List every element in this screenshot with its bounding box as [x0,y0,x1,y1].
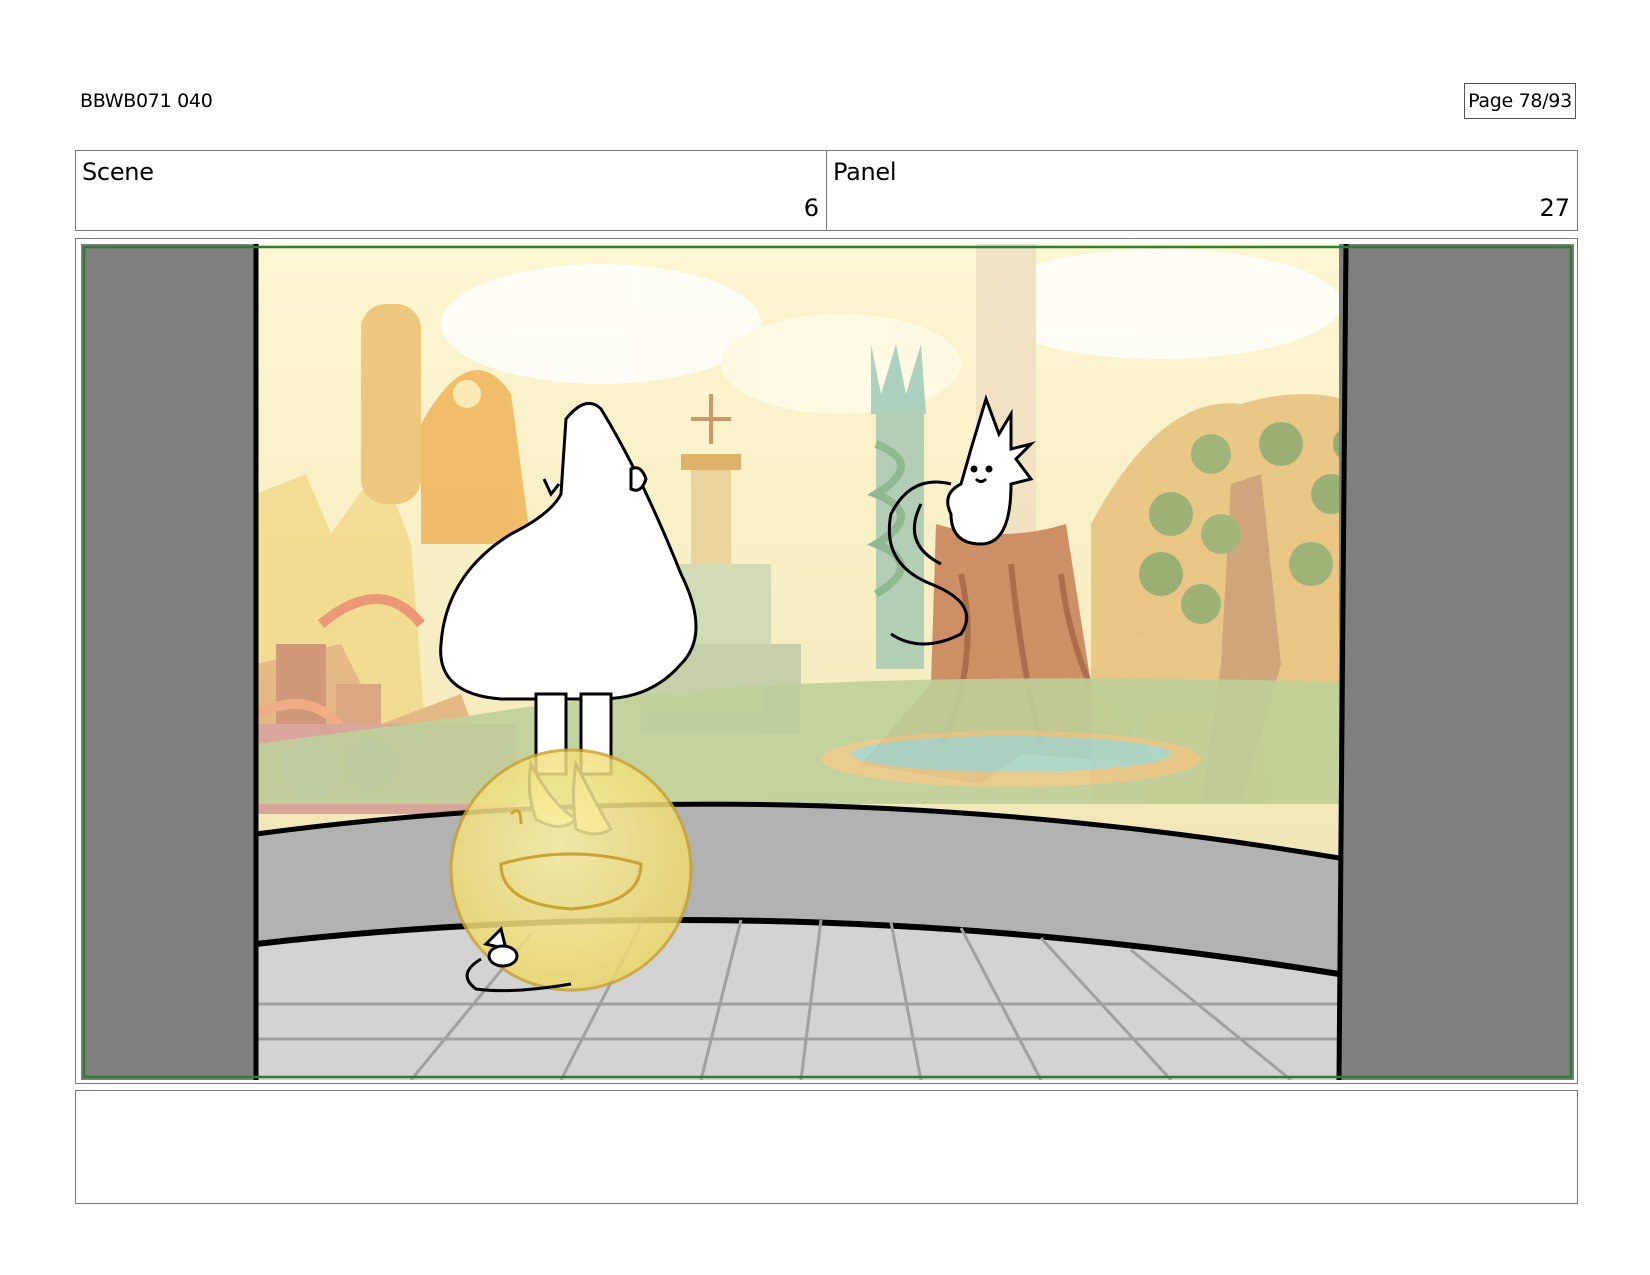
panel-cell: Panel 27 [826,151,1577,230]
scene-cell: Scene 6 [76,151,826,230]
tower [867,344,926,669]
right-mat [1339,244,1574,1080]
scene-label: Scene [82,158,154,186]
notes-box [75,1090,1578,1204]
left-mat [81,244,256,1080]
panel-label: Panel [833,158,897,186]
scene-panel-info: Scene 6 Panel 27 [75,150,1578,231]
yellow-bubble [449,748,693,992]
storyboard-drawing [81,244,1574,1080]
document-id: BBWB071 040 [80,90,213,112]
scene-number: 6 [803,194,819,222]
storyboard-panel [75,238,1578,1084]
panel-number: 27 [1539,194,1570,222]
page-number: Page 78/93 [1464,83,1576,119]
